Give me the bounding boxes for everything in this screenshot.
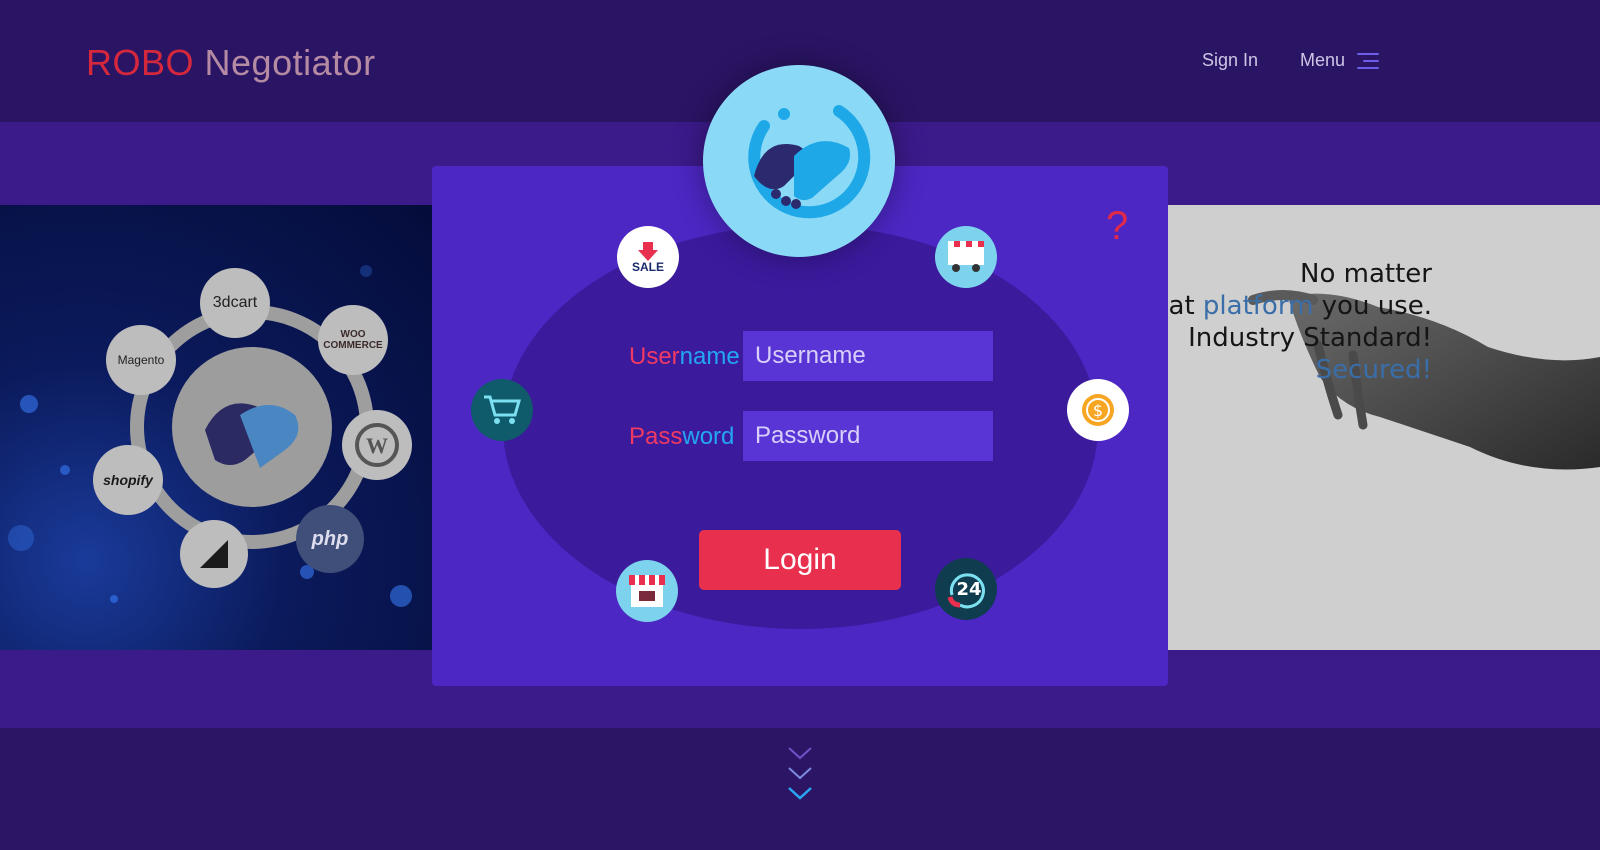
brand-part1: ROBO (86, 42, 195, 83)
tagline: No matter what platform you use. Industr… (1131, 258, 1432, 386)
support-label: 24 (956, 579, 981, 600)
username-input[interactable] (743, 331, 993, 381)
hamburger-icon (1357, 52, 1380, 69)
scroll-down-icon[interactable] (786, 745, 814, 810)
platforms-panel: 3dcart WOO COMMERCE Magento W shopify ph… (0, 205, 432, 650)
sale-label: SALE (631, 260, 664, 274)
handshake-icon (748, 105, 871, 219)
support-24-icon: 24 (935, 558, 997, 620)
php-badge: php (296, 505, 364, 573)
shopify-label: shopify (103, 472, 153, 488)
shop-store-icon (616, 560, 678, 622)
password-label-b: word (682, 423, 735, 450)
svg-text:$: $ (1093, 401, 1103, 420)
tagline-line2-post: you use. (1313, 291, 1432, 321)
svg-text:W: W (366, 433, 388, 458)
tagline-line2: what platform you use. (1131, 290, 1432, 322)
3dcart-label: 3dcart (212, 294, 258, 311)
woocommerce-label: WOO COMMERCE (323, 329, 383, 351)
username-label: Username (629, 343, 740, 371)
handshake-logo (703, 65, 895, 257)
php-label: php (311, 527, 349, 550)
down-arrow-icon (638, 242, 658, 261)
shopping-cart-icon (471, 379, 533, 441)
wordpress-icon: W (342, 410, 412, 480)
help-icon[interactable]: ? (1106, 204, 1128, 249)
tagline-platform: platform (1202, 291, 1314, 321)
login-button[interactable]: Login (699, 530, 901, 590)
menu-button[interactable]: Menu (1300, 50, 1380, 71)
magento-badge: Magento (106, 325, 176, 395)
brand-logo[interactable]: ROBO Negotiator (86, 42, 376, 84)
sale-badge: SALE (617, 226, 679, 288)
menu-label: Menu (1300, 50, 1346, 70)
brand-part2: Negotiator (204, 42, 376, 83)
food-truck-icon (935, 226, 997, 288)
username-label-b: name (679, 343, 740, 370)
tagline-line4: Secured! (1315, 355, 1432, 385)
password-label-a: Pass (629, 423, 683, 450)
shopify-badge: shopify (93, 445, 163, 515)
username-label-a: User (629, 343, 680, 370)
sign-in-link[interactable]: Sign In (1202, 50, 1258, 71)
password-label: Password (629, 423, 734, 451)
tagline-line1: No matter (1300, 259, 1432, 289)
3dcart-badge: 3dcart (200, 268, 270, 338)
magento-label: Magento (117, 353, 165, 367)
tagline-line3: Industry Standard! (1188, 323, 1432, 353)
coin-icon: $ (1067, 379, 1129, 441)
bigcommerce-icon (180, 520, 248, 588)
password-input[interactable] (743, 411, 993, 461)
woocommerce-badge: WOO COMMERCE (318, 305, 388, 375)
